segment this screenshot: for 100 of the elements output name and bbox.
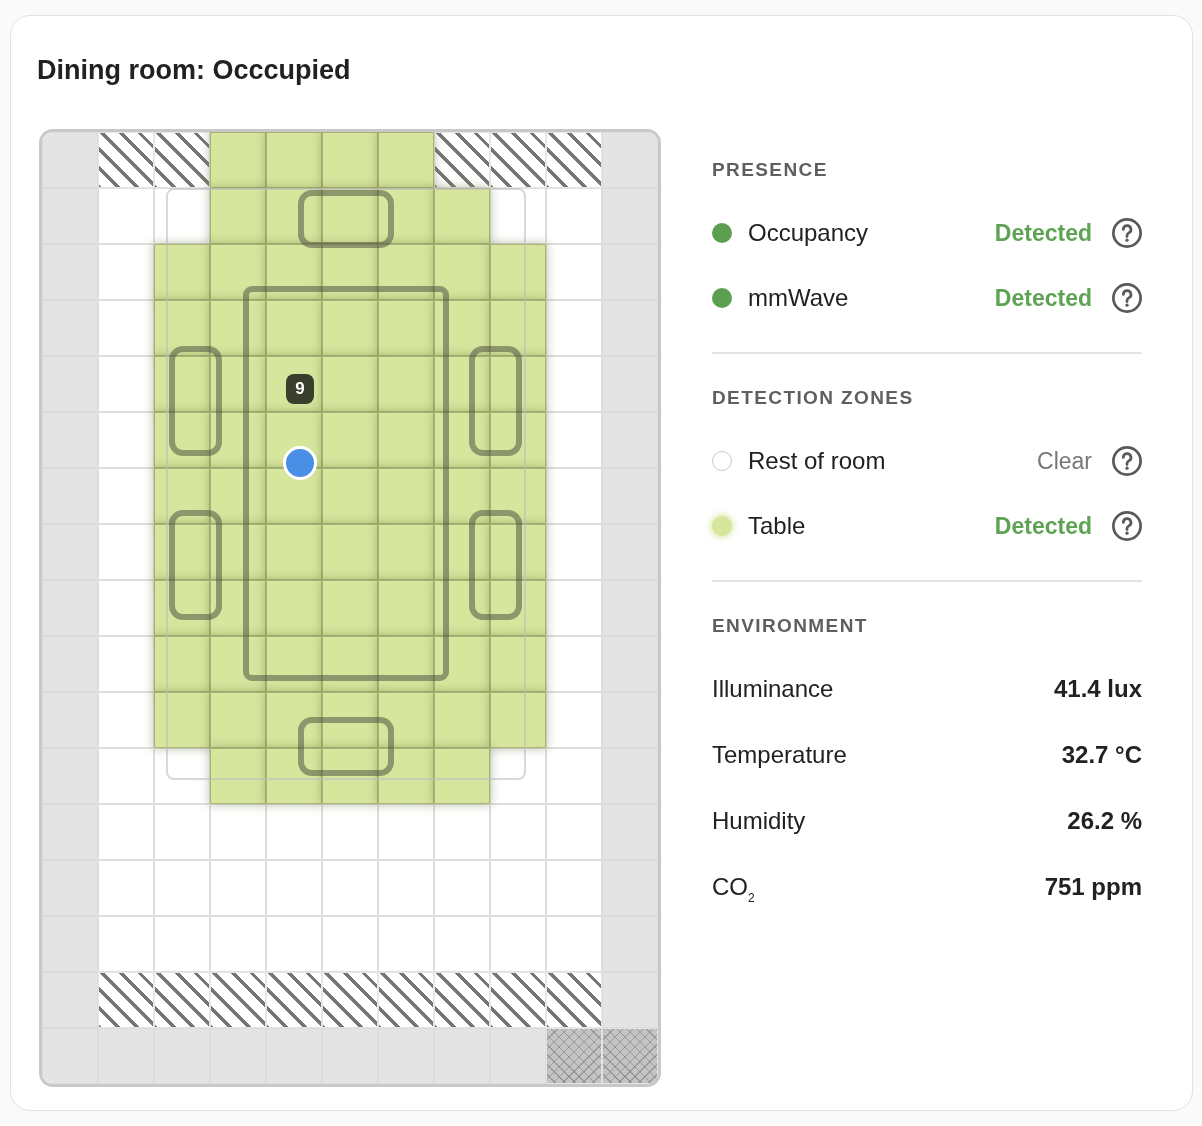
hatched-tile — [546, 972, 602, 1028]
zone-tile — [378, 692, 434, 748]
zone-tile — [266, 300, 322, 356]
zone-tile — [378, 748, 434, 804]
zone-tile — [154, 244, 210, 300]
border-tile — [602, 412, 658, 468]
border-tile — [602, 244, 658, 300]
zone-tile — [210, 132, 266, 188]
border-tile — [602, 748, 658, 804]
border-tile — [42, 412, 98, 468]
border-tile — [210, 1028, 266, 1084]
zone-tile — [490, 692, 546, 748]
border-tile — [602, 860, 658, 916]
zone-tile — [434, 636, 490, 692]
zone-tile — [378, 524, 434, 580]
border-tile — [98, 1028, 154, 1084]
border-tile — [42, 636, 98, 692]
zone-tile — [210, 188, 266, 244]
zone-tile — [378, 300, 434, 356]
zone-tile — [490, 244, 546, 300]
sensor-label: Rest of room — [748, 445, 886, 476]
border-tile — [602, 468, 658, 524]
status-text: Clear — [1037, 446, 1092, 476]
border-tile — [42, 804, 98, 860]
border-tile — [322, 1028, 378, 1084]
sensor-value: 41.4 lux — [1053, 674, 1142, 704]
hatched-tile — [378, 972, 434, 1028]
hatched-tile — [434, 972, 490, 1028]
help-icon[interactable] — [1112, 445, 1142, 476]
zone-tile — [378, 412, 434, 468]
sensor-label: Illuminance — [712, 674, 834, 704]
border-tile — [42, 300, 98, 356]
zone-tile — [154, 692, 210, 748]
help-icon[interactable] — [1112, 510, 1142, 541]
border-tile — [42, 692, 98, 748]
crosshatched-tile — [602, 1028, 658, 1084]
border-tile — [42, 356, 98, 412]
sensor-label: mmWave — [748, 282, 849, 313]
border-tile — [266, 1028, 322, 1084]
zone-tile — [322, 132, 378, 188]
help-icon[interactable] — [1112, 282, 1142, 313]
target-badge: 9 — [286, 374, 314, 404]
zone-tile — [210, 692, 266, 748]
border-tile — [602, 636, 658, 692]
status-text: Detected — [994, 218, 1092, 248]
hatched-tile — [266, 972, 322, 1028]
zone-tile — [434, 244, 490, 300]
border-tile — [434, 1028, 490, 1084]
border-tile — [42, 188, 98, 244]
hatched-tile — [154, 972, 210, 1028]
section-heading: DETECTION ZONES — [712, 386, 914, 410]
border-tile — [602, 972, 658, 1028]
zone-tile — [434, 748, 490, 804]
border-tile — [42, 972, 98, 1028]
zone-tile — [434, 188, 490, 244]
border-tile — [602, 692, 658, 748]
card-title: Dining room: Occcupied — [37, 54, 351, 87]
hatched-tile — [210, 972, 266, 1028]
hatched-tile — [322, 972, 378, 1028]
border-tile — [42, 524, 98, 580]
border-tile — [602, 132, 658, 188]
hatched-tile — [490, 972, 546, 1028]
zone-tile — [266, 580, 322, 636]
zone-tile — [322, 580, 378, 636]
hatched-tile — [98, 132, 154, 188]
zone-tile — [322, 356, 378, 412]
hatched-tile — [154, 132, 210, 188]
border-tile — [378, 1028, 434, 1084]
zone-tile — [490, 300, 546, 356]
zone-tile — [378, 580, 434, 636]
help-icon[interactable] — [1112, 217, 1142, 248]
zone-tile — [434, 692, 490, 748]
section-heading: PRESENCE — [712, 158, 828, 182]
border-tile — [42, 580, 98, 636]
zone-tile — [210, 748, 266, 804]
zone-tile — [322, 524, 378, 580]
zone-tile — [154, 300, 210, 356]
crosshatched-tile — [546, 1028, 602, 1084]
sensor-value: 32.7 °C — [1061, 740, 1142, 770]
zone-tile — [378, 356, 434, 412]
sensor-label: Occupancy — [748, 217, 869, 248]
hatched-tile — [98, 972, 154, 1028]
border-tile — [42, 748, 98, 804]
border-tile — [154, 1028, 210, 1084]
status-text: Detected — [994, 283, 1092, 313]
border-tile — [602, 188, 658, 244]
border-tile — [602, 804, 658, 860]
sensor-label: Table — [748, 510, 806, 541]
zone-tile — [266, 132, 322, 188]
border-tile — [42, 916, 98, 972]
section-heading: ENVIRONMENT — [712, 614, 868, 638]
border-tile — [602, 356, 658, 412]
zone-tile — [490, 636, 546, 692]
hatched-tile — [546, 132, 602, 188]
border-tile — [602, 524, 658, 580]
sensor-label: Temperature — [712, 740, 847, 770]
sensor-label: CO$_{2}$ — [712, 872, 755, 902]
border-tile — [42, 132, 98, 188]
zone-tile — [490, 468, 546, 524]
sensor-label: Humidity — [712, 806, 806, 836]
